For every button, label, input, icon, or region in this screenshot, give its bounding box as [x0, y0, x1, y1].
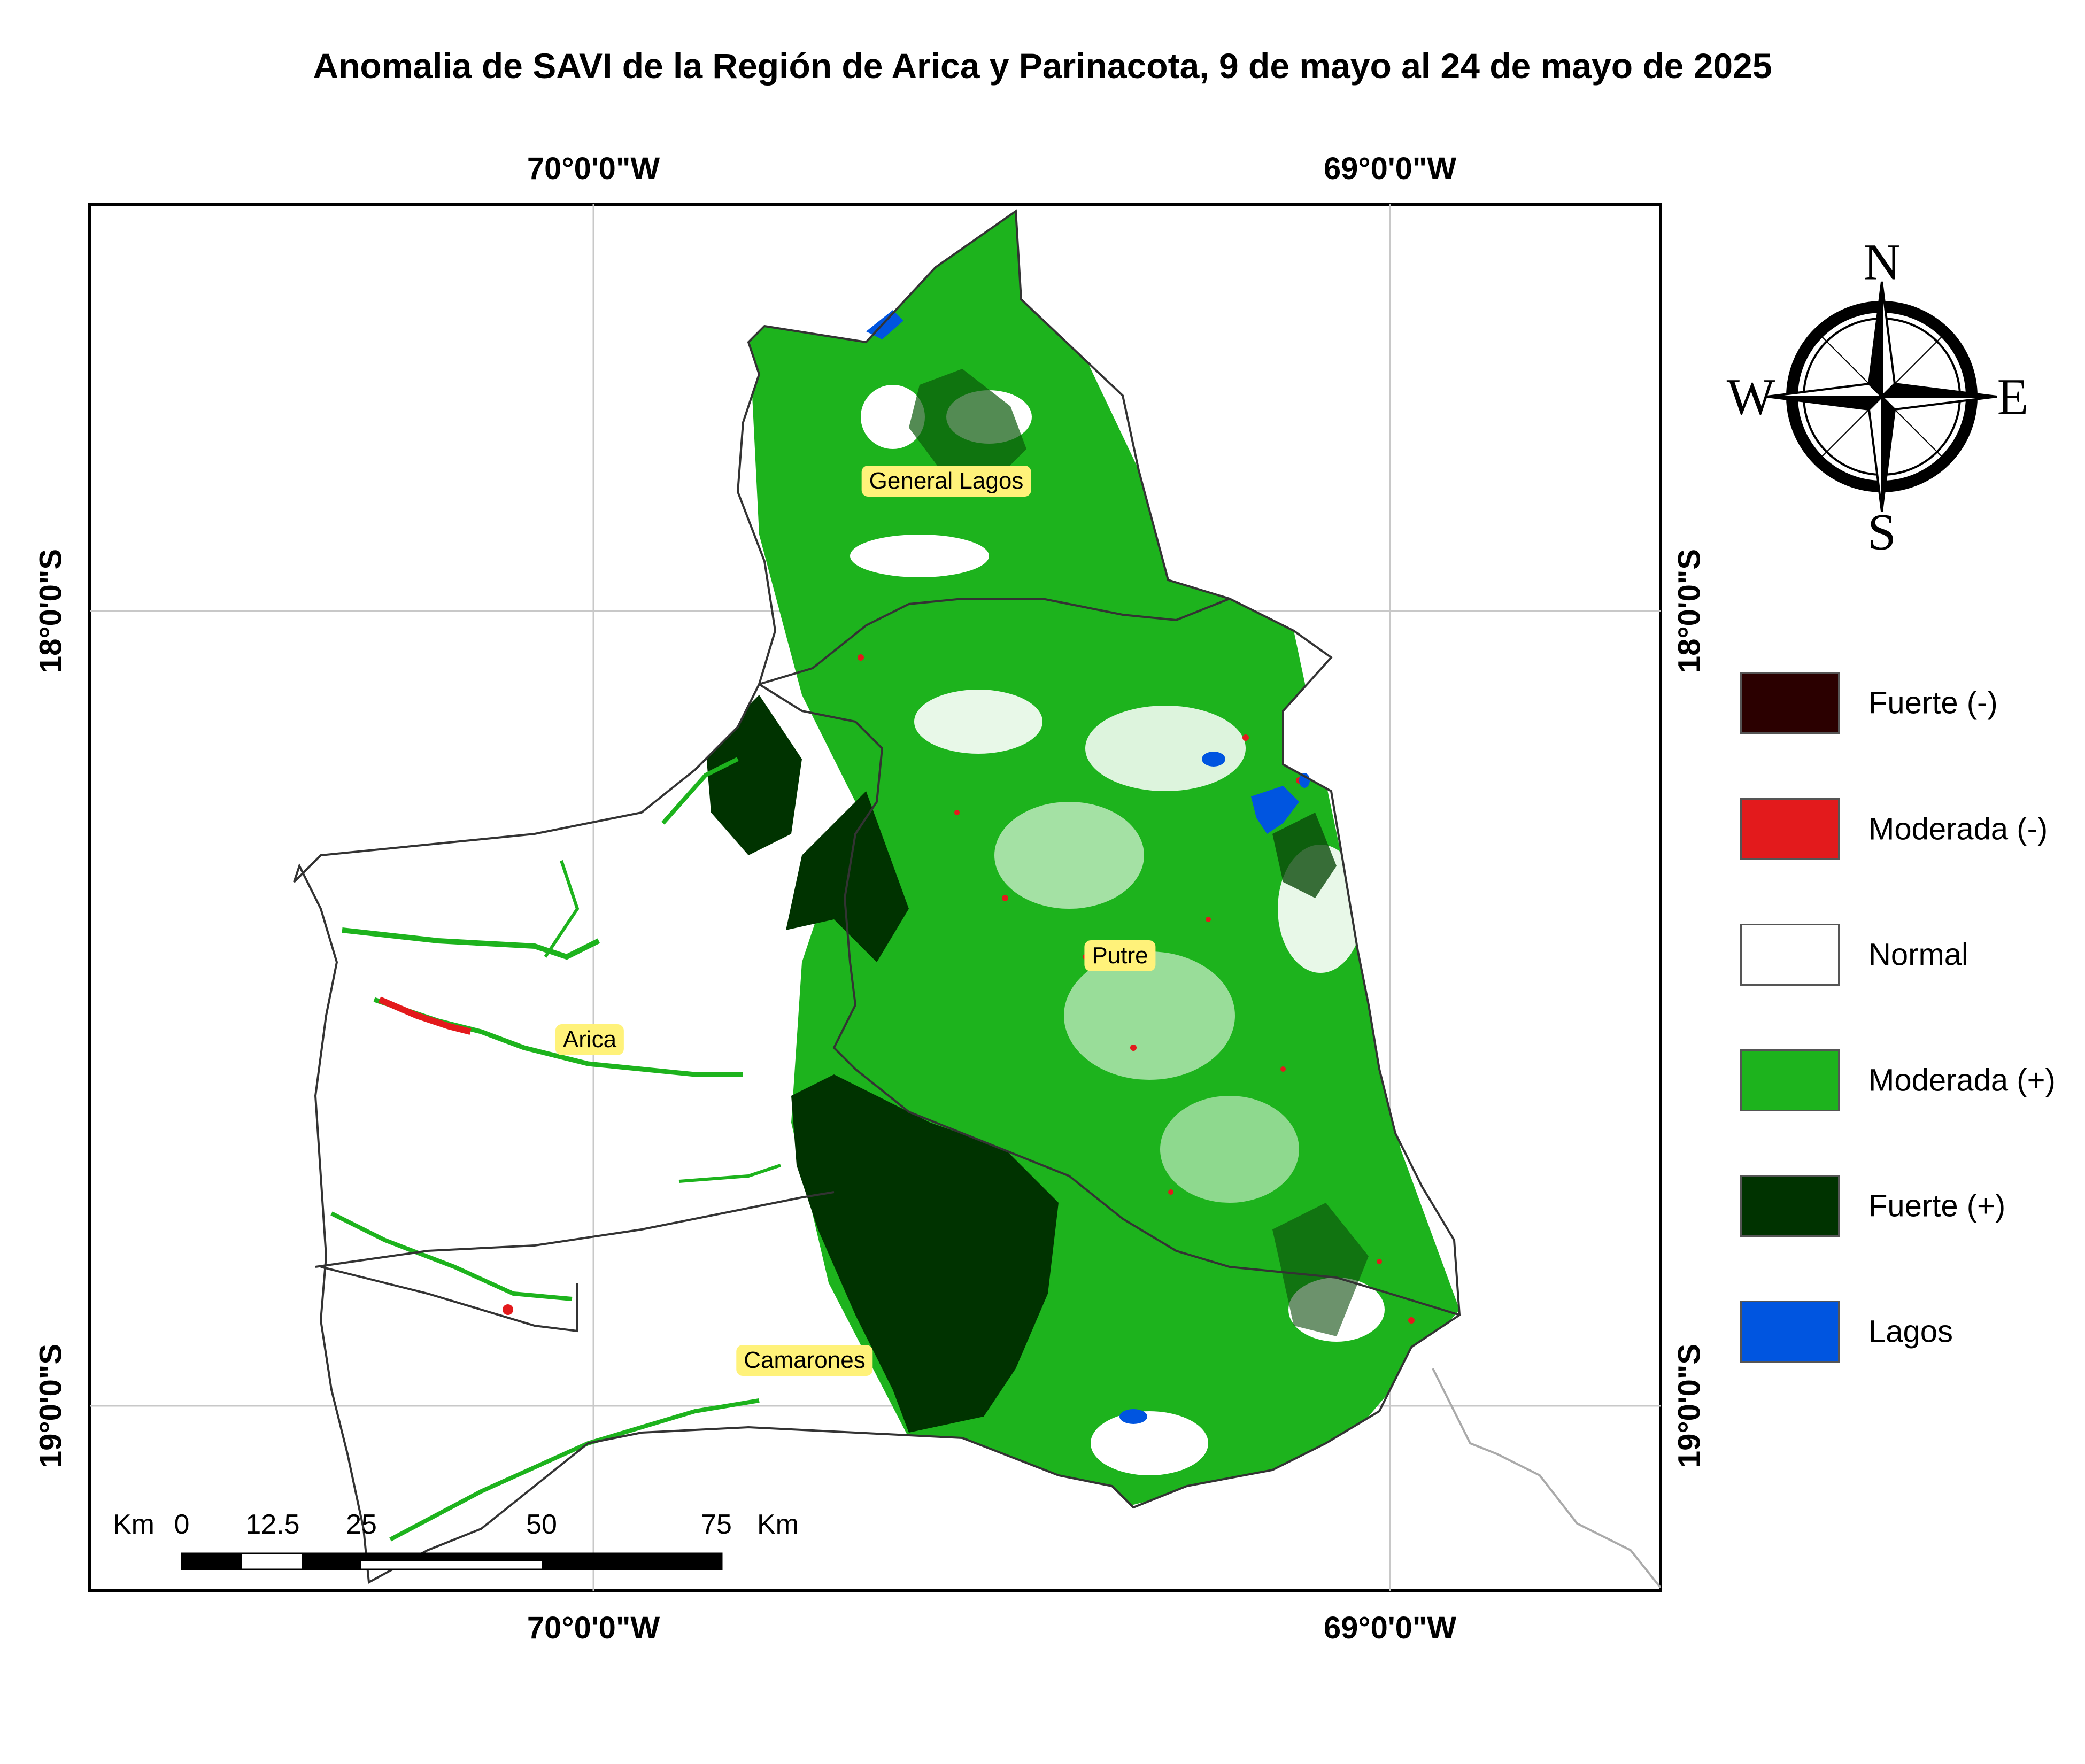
legend-item-normal: Normal: [1740, 924, 2082, 988]
legend-label: Moderada (+): [1868, 1063, 2056, 1098]
legend-item-lagos: Lagos: [1740, 1301, 2082, 1365]
negative-speckle: [1408, 1317, 1415, 1324]
negative-speckle: [954, 810, 960, 815]
scale-segment-dark: [542, 1553, 722, 1569]
legend-label: Fuerte (-): [1868, 685, 1998, 721]
place-label-general-lagos: General Lagos: [861, 466, 1031, 497]
scale-segment-dark: [182, 1553, 242, 1569]
legend-item-fuerte-neg: Fuerte (-): [1740, 672, 2082, 736]
lake: [1119, 1409, 1147, 1424]
scale-unit-left: Km: [113, 1509, 155, 1540]
legend-swatch: [1740, 1175, 1840, 1237]
scale-bar: [181, 1552, 723, 1570]
scale-tick-25: 25: [346, 1509, 377, 1540]
legend-swatch: [1740, 798, 1840, 860]
scale-unit-right: Km: [757, 1509, 799, 1540]
negative-speckle: [1206, 917, 1211, 922]
normal-patch: [914, 690, 1042, 754]
normal-patch: [994, 802, 1144, 909]
scale-segment-dark-half: [361, 1553, 542, 1561]
compass-south-label: S: [1867, 503, 1896, 561]
compass-point-n-right: [1881, 281, 1896, 399]
negative-speckle: [1168, 1189, 1173, 1195]
scale-segment-dark: [302, 1553, 361, 1569]
compass-north-label: N: [1863, 233, 1901, 291]
legend-item-moderada-pos: Moderada (+): [1740, 1049, 2082, 1113]
legend-label: Moderada (-): [1868, 811, 2048, 847]
legend-label: Normal: [1868, 937, 1968, 972]
compass-point-n-left: [1867, 281, 1883, 399]
compass-rose: [1766, 281, 1997, 512]
negative-speckle: [1280, 1066, 1286, 1072]
map-canvas: [88, 203, 1997, 1592]
normal-patch: [1091, 1411, 1208, 1475]
legend-item-fuerte-pos: Fuerte (+): [1740, 1175, 2082, 1239]
compass-point-s-right: [1881, 394, 1896, 512]
scale-tick-0: 0: [174, 1509, 190, 1540]
compass-east-label: E: [1997, 368, 2029, 425]
legend-swatch: [1740, 1049, 1840, 1111]
legend-swatch: [1740, 924, 1840, 986]
negative-speckle: [1002, 895, 1008, 901]
compass-points-major: [1766, 281, 1997, 512]
place-label-camarones: Camarones: [736, 1345, 873, 1376]
place-label-putre: Putre: [1084, 940, 1156, 971]
normal-patch: [1160, 1096, 1299, 1203]
negative-patch: [503, 1304, 513, 1315]
compass-west-label: W: [1726, 368, 1775, 425]
normal-patch: [1085, 706, 1246, 791]
negative-speckle: [858, 654, 864, 661]
scale-tick-50: 50: [526, 1509, 557, 1540]
legend-label: Lagos: [1868, 1314, 1953, 1349]
negative-speckle: [1377, 1259, 1382, 1264]
compass-point-e-top: [1879, 382, 1997, 398]
place-label-arica: Arica: [555, 1024, 624, 1055]
normal-patch: [850, 535, 989, 577]
legend-label: Fuerte (+): [1868, 1188, 2006, 1224]
legend-swatch: [1740, 672, 1840, 734]
negative-speckle: [1130, 1045, 1137, 1051]
legend-swatch: [1740, 1301, 1840, 1363]
compass-point-w-bottom: [1766, 396, 1885, 411]
scale-tick-75: 75: [701, 1509, 732, 1540]
compass-point-e-bottom: [1879, 396, 1997, 411]
scale-tick-12-5: 12.5: [245, 1509, 300, 1540]
legend-item-moderada-neg: Moderada (-): [1740, 798, 2082, 862]
compass-point-s-left: [1867, 394, 1883, 512]
lake: [1202, 752, 1225, 767]
negative-speckle: [1242, 734, 1249, 741]
compass-point-w-top: [1766, 382, 1885, 398]
